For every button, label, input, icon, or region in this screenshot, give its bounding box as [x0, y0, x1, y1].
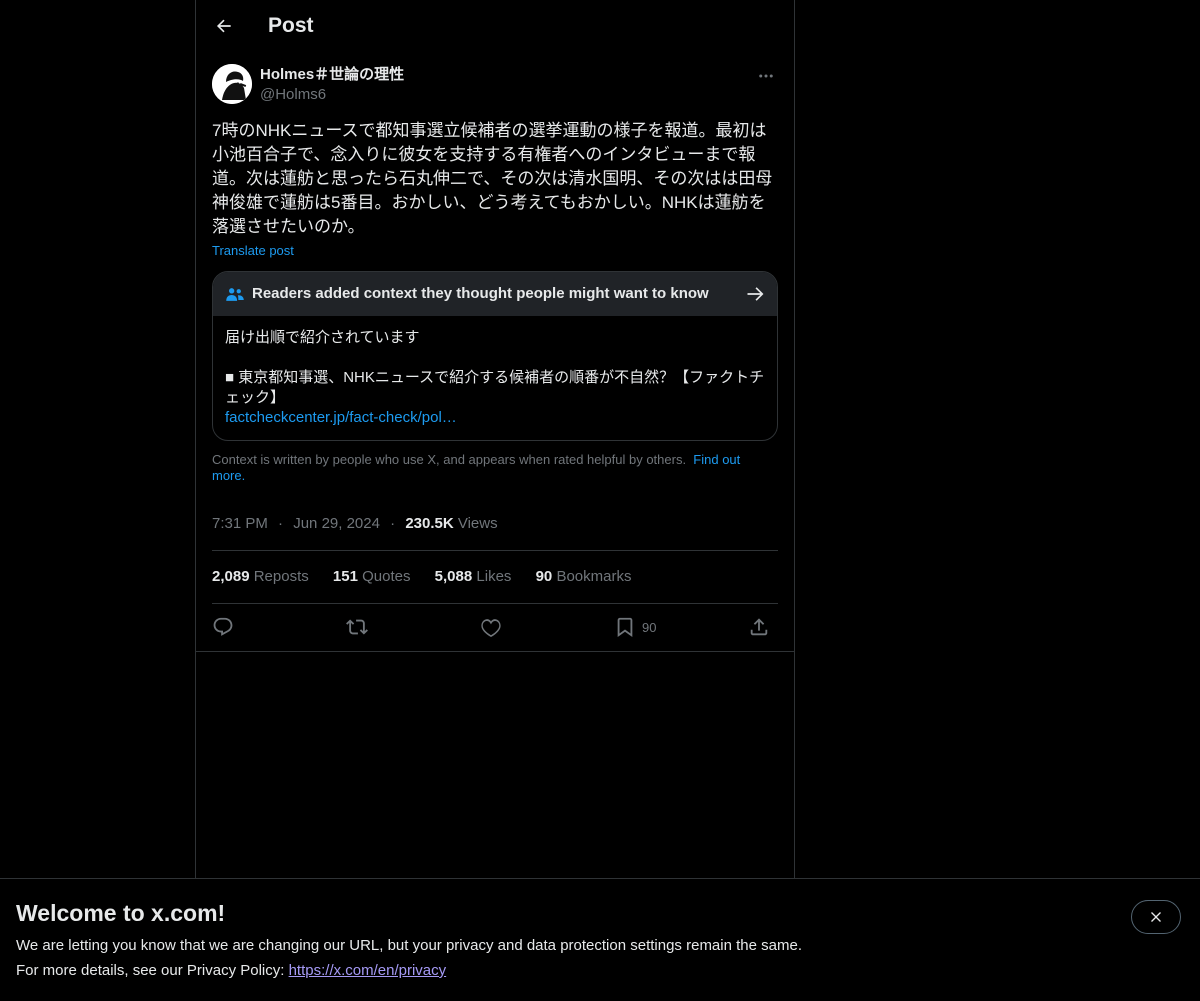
community-note-header[interactable]: Readers added context they thought peopl…	[213, 272, 777, 316]
privacy-policy-link[interactable]: https://x.com/en/privacy	[289, 962, 447, 979]
bookmarks-label: Bookmarks	[556, 568, 632, 585]
welcome-banner: Welcome to x.com! We are letting you kno…	[0, 878, 1200, 1001]
post-column: Post Holmes＃世論の理性 @Holms6 7時のNHKニュースで都知事…	[195, 0, 795, 1000]
share-button[interactable]	[748, 613, 770, 641]
close-icon	[1151, 912, 1161, 922]
community-note-text: 届け出順で紹介されています	[225, 329, 420, 346]
action-bar: 90	[212, 613, 778, 643]
page-title: Post	[268, 14, 314, 37]
banner-close-button[interactable]	[1131, 900, 1181, 934]
post-meta: 7:31 PM · Jun 29, 2024 · 230.5K Views	[212, 514, 778, 534]
community-note-card: Readers added context they thought peopl…	[212, 271, 778, 441]
banner-privacy-line: For more details, see our Privacy Policy…	[16, 961, 446, 981]
divider	[212, 603, 778, 604]
likes-label: Likes	[476, 568, 512, 585]
quotes-label: Quotes	[362, 568, 411, 585]
quotes-count: 151	[332, 568, 358, 585]
reply-button[interactable]	[212, 613, 234, 641]
post-header: Post	[196, 0, 794, 53]
post-date[interactable]: Jun 29, 2024	[293, 515, 380, 532]
share-icon	[750, 618, 768, 636]
post-text: 7時のNHKニュースで都知事選立候補者の選挙運動の様子を報道。最初は小池百合子で…	[212, 121, 773, 236]
reposts-count: 2,089	[212, 568, 250, 585]
more-options-button[interactable]	[754, 64, 778, 88]
more-icon	[759, 74, 773, 78]
back-arrow-icon	[216, 19, 231, 33]
views-label: Views	[457, 515, 498, 532]
translate-post-link[interactable]: Translate post	[212, 242, 294, 260]
bookmarks-count: 90	[535, 568, 553, 585]
author-display-name[interactable]: Holmes＃世論の理性	[260, 65, 404, 85]
banner-title: Welcome to x.com!	[16, 900, 226, 926]
repost-button[interactable]	[346, 613, 368, 641]
author-handle[interactable]: @Holms6	[260, 85, 326, 105]
avatar-image	[212, 64, 252, 104]
bookmarks-stat[interactable]: 90 Bookmarks	[536, 568, 632, 585]
community-note-source-title: ■ 東京都知事選、NHKニュースで紹介する候補者の順番が不自然？【ファクトチェッ…	[225, 369, 765, 406]
arrow-right-icon	[747, 287, 764, 301]
bookmark-icon	[617, 617, 633, 638]
divider	[196, 651, 794, 652]
reposts-label: Reposts	[253, 568, 309, 585]
quotes-stat[interactable]: 151 Quotes	[333, 568, 411, 585]
people-icon	[226, 288, 244, 301]
reply-icon	[213, 617, 233, 636]
banner-message: We are letting you know that we are chan…	[16, 937, 802, 954]
author-block: Holmes＃世論の理性 @Holms6	[212, 64, 778, 108]
meta-separator: ·	[390, 515, 396, 532]
post-stats: 2,089 Reposts 151 Quotes 5,088 Likes 90 …	[212, 567, 778, 587]
reposts-stat[interactable]: 2,089 Reposts	[212, 568, 309, 585]
bookmark-count: 90	[642, 619, 657, 635]
bookmark-button[interactable]: 90	[614, 613, 656, 641]
context-disclaimer-text: Context is written by people who use X, …	[212, 452, 687, 467]
banner-privacy-prefix: For more details, see our Privacy Policy…	[16, 962, 289, 979]
avatar[interactable]	[212, 64, 252, 104]
post-time[interactable]: 7:31 PM	[212, 515, 268, 532]
repost-icon	[346, 619, 368, 635]
community-note-source-link[interactable]: factcheckcenter.jp/fact-check/pol…	[225, 409, 457, 426]
context-disclaimer: Context is written by people who use X, …	[212, 452, 776, 484]
likes-count: 5,088	[434, 568, 473, 585]
back-button[interactable]	[208, 10, 240, 42]
heart-icon	[481, 619, 501, 637]
community-note-body: 届け出順で紹介されています ■ 東京都知事選、NHKニュースで紹介する候補者の順…	[225, 328, 765, 428]
divider	[212, 550, 778, 551]
community-note-spacer	[225, 348, 765, 368]
meta-separator: ·	[278, 515, 284, 532]
likes-stat[interactable]: 5,088 Likes	[435, 568, 512, 585]
community-note-title: Readers added context they thought peopl…	[252, 285, 709, 302]
like-button[interactable]	[480, 613, 502, 641]
views-count: 230.5K	[405, 515, 454, 532]
